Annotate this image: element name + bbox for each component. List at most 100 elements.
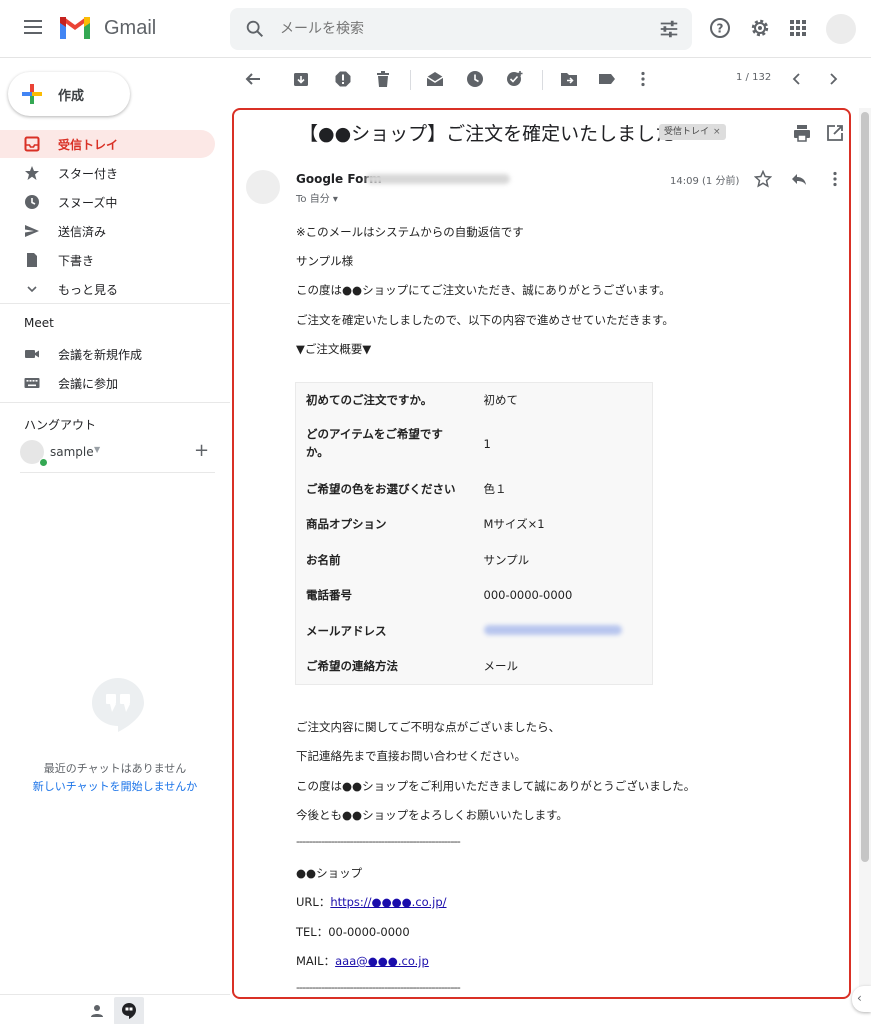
shop-mail-line: MAIL：aaa@●●●.co.jp [296,953,429,969]
signature-separator: ----------------------------------------… [296,980,461,994]
url-label: URL： [296,895,331,909]
video-icon [25,350,39,358]
shop-mail-link[interactable]: aaa@●●●.co.jp [335,954,429,968]
start-new-chat-link[interactable]: 新しいチャットを開始しませんか [0,778,230,794]
delete-trash-icon[interactable] [374,70,392,88]
sidebar-item-more[interactable]: もっと見る [0,275,215,303]
add-chat-icon[interactable]: + [194,440,209,461]
body-line: ※このメールはシステムからの自動返信です [296,225,524,239]
body-line: ご注文内容に関してご不明な点がございましたら、 [296,720,561,734]
inbox-label-chip[interactable]: 受信トレイ × [659,124,726,140]
sidebar-item-label: 下書き [58,254,95,268]
table-value-email-redacted [474,613,653,649]
sidebar-item-label: もっと見る [58,283,119,297]
compose-plus-icon [22,84,42,104]
compose-button[interactable]: 作成 [8,72,130,116]
body-line: 下記連絡先まで直接お問い合わせください。 [296,749,526,763]
star-outline-icon[interactable] [754,170,772,188]
mark-unread-icon[interactable] [426,70,444,88]
sidebar: 作成 受信トレイ スター付き スヌーズ中 送信済み 下書き もっと見る Meet [0,58,230,1024]
recipient-line[interactable]: To 自分 ▾ [296,190,338,205]
remove-label-icon[interactable]: × [713,127,721,137]
chevron-left-icon[interactable] [788,70,806,88]
sidebar-item-label: 送信済み [58,225,107,239]
table-value: 000-0000-0000 [483,588,573,602]
label-tag-icon[interactable] [598,70,616,88]
side-panel-toggle[interactable]: ‹ [852,986,871,1012]
table-value: サンプル [483,552,530,567]
label-chip-text: 受信トレイ [664,127,710,137]
body-line: この度は●●ショップをご利用いただきまして誠にありがとうございました。 [296,779,696,793]
print-icon[interactable] [793,124,811,142]
search-icon[interactable] [244,18,266,40]
sidebar-item-label: スヌーズ中 [58,196,118,210]
table-value: 色１ [483,481,507,496]
sidebar-item-inbox[interactable]: 受信トレイ [0,130,215,158]
table-value: 初めて [483,392,519,407]
open-new-window-icon[interactable] [826,124,844,142]
clock-icon [25,195,39,209]
search-input[interactable] [280,16,640,42]
star-icon [25,166,39,180]
meet-section-title: Meet [24,316,54,330]
snooze-clock-icon[interactable] [466,70,484,88]
table-row: 電話番号 000-0000-0000 [296,578,653,613]
sidebar-item-drafts[interactable]: 下書き [0,246,215,274]
hangouts-section-title: ハングアウト [24,418,97,432]
sender-avatar [246,170,280,204]
keyboard-icon [24,378,40,388]
search-options-icon[interactable] [658,18,680,40]
message-time: 14:09 (1 分前) [670,176,740,187]
back-arrow-icon[interactable] [244,70,262,88]
sidebar-item-starred[interactable]: スター付き [0,159,215,187]
apps-grid-icon[interactable] [786,16,810,40]
table-row: ご希望の連絡方法 メール [296,649,653,685]
gmail-logo-icon [60,17,90,39]
scrollbar-thumb[interactable] [861,112,869,862]
archive-icon[interactable] [292,70,310,88]
person-icon[interactable] [90,1004,104,1018]
order-summary-table: 初めてのご注文ですか。 初めて どのアイテムをご希望ですか。 1 ご希望の色をお選び… [295,382,653,685]
caret-down-icon[interactable]: ▼ [94,445,100,454]
sidebar-item-label: スター付き [58,167,119,181]
message-subject: 【●●ショップ】ご注文を確定いたしました [299,123,675,145]
hangouts-tab[interactable] [114,997,144,1024]
hangouts-quote-icon [92,678,144,732]
table-value: 1 [483,436,491,451]
chevron-right-icon[interactable] [824,70,842,88]
table-key: メールアドレス [306,623,387,638]
chevron-left-icon: ‹ [857,991,862,1005]
table-row: どのアイテムをご希望ですか。 1 [296,417,653,471]
sidebar-item-snoozed[interactable]: スヌーズ中 [0,188,215,216]
reply-icon[interactable] [790,170,808,188]
email-redacted [483,624,622,635]
shop-url-link[interactable]: https://●●●●.co.jp/ [330,895,446,909]
toolbar-divider [410,70,411,90]
body-line: サンプル様 [296,254,354,268]
message-view: 【●●ショップ】ご注文を確定いたしました 受信トレイ × Google Form … [232,108,851,999]
sidebar-item-sent[interactable]: 送信済み [0,217,215,245]
sidebar-item-new-meeting[interactable]: 会議を新規作成 [0,340,215,368]
sidebar-bottom-bar [0,994,230,1024]
send-icon [25,225,39,237]
sidebar-item-join-meeting[interactable]: 会議に参加 [0,369,215,397]
move-to-folder-icon[interactable] [560,70,578,88]
help-icon[interactable]: ? [708,16,732,40]
table-row: 商品オプション Mサイズ×1 [296,507,653,542]
body-line: 今後とも●●ショップをよろしくお願いいたします。 [296,808,568,822]
gmail-window: Gmail ? 作成 受信トレイ スター付き [0,0,871,1024]
more-vertical-icon[interactable] [634,70,652,88]
online-status-icon [39,458,48,467]
settings-gear-icon[interactable] [748,16,772,40]
compose-label: 作成 [58,89,85,104]
search-bar[interactable] [230,8,692,50]
table-key: 電話番号 [306,588,352,602]
add-to-tasks-icon[interactable] [506,70,524,88]
hamburger-menu-icon[interactable] [20,16,46,42]
more-options-icon[interactable] [826,170,844,188]
table-key: どのアイテムをご希望ですか。 [306,426,443,459]
account-avatar[interactable] [826,14,856,44]
hangouts-user[interactable]: sample ▼ + [20,440,220,467]
report-spam-icon[interactable] [334,70,352,88]
signature-separator: ----------------------------------------… [296,834,461,848]
